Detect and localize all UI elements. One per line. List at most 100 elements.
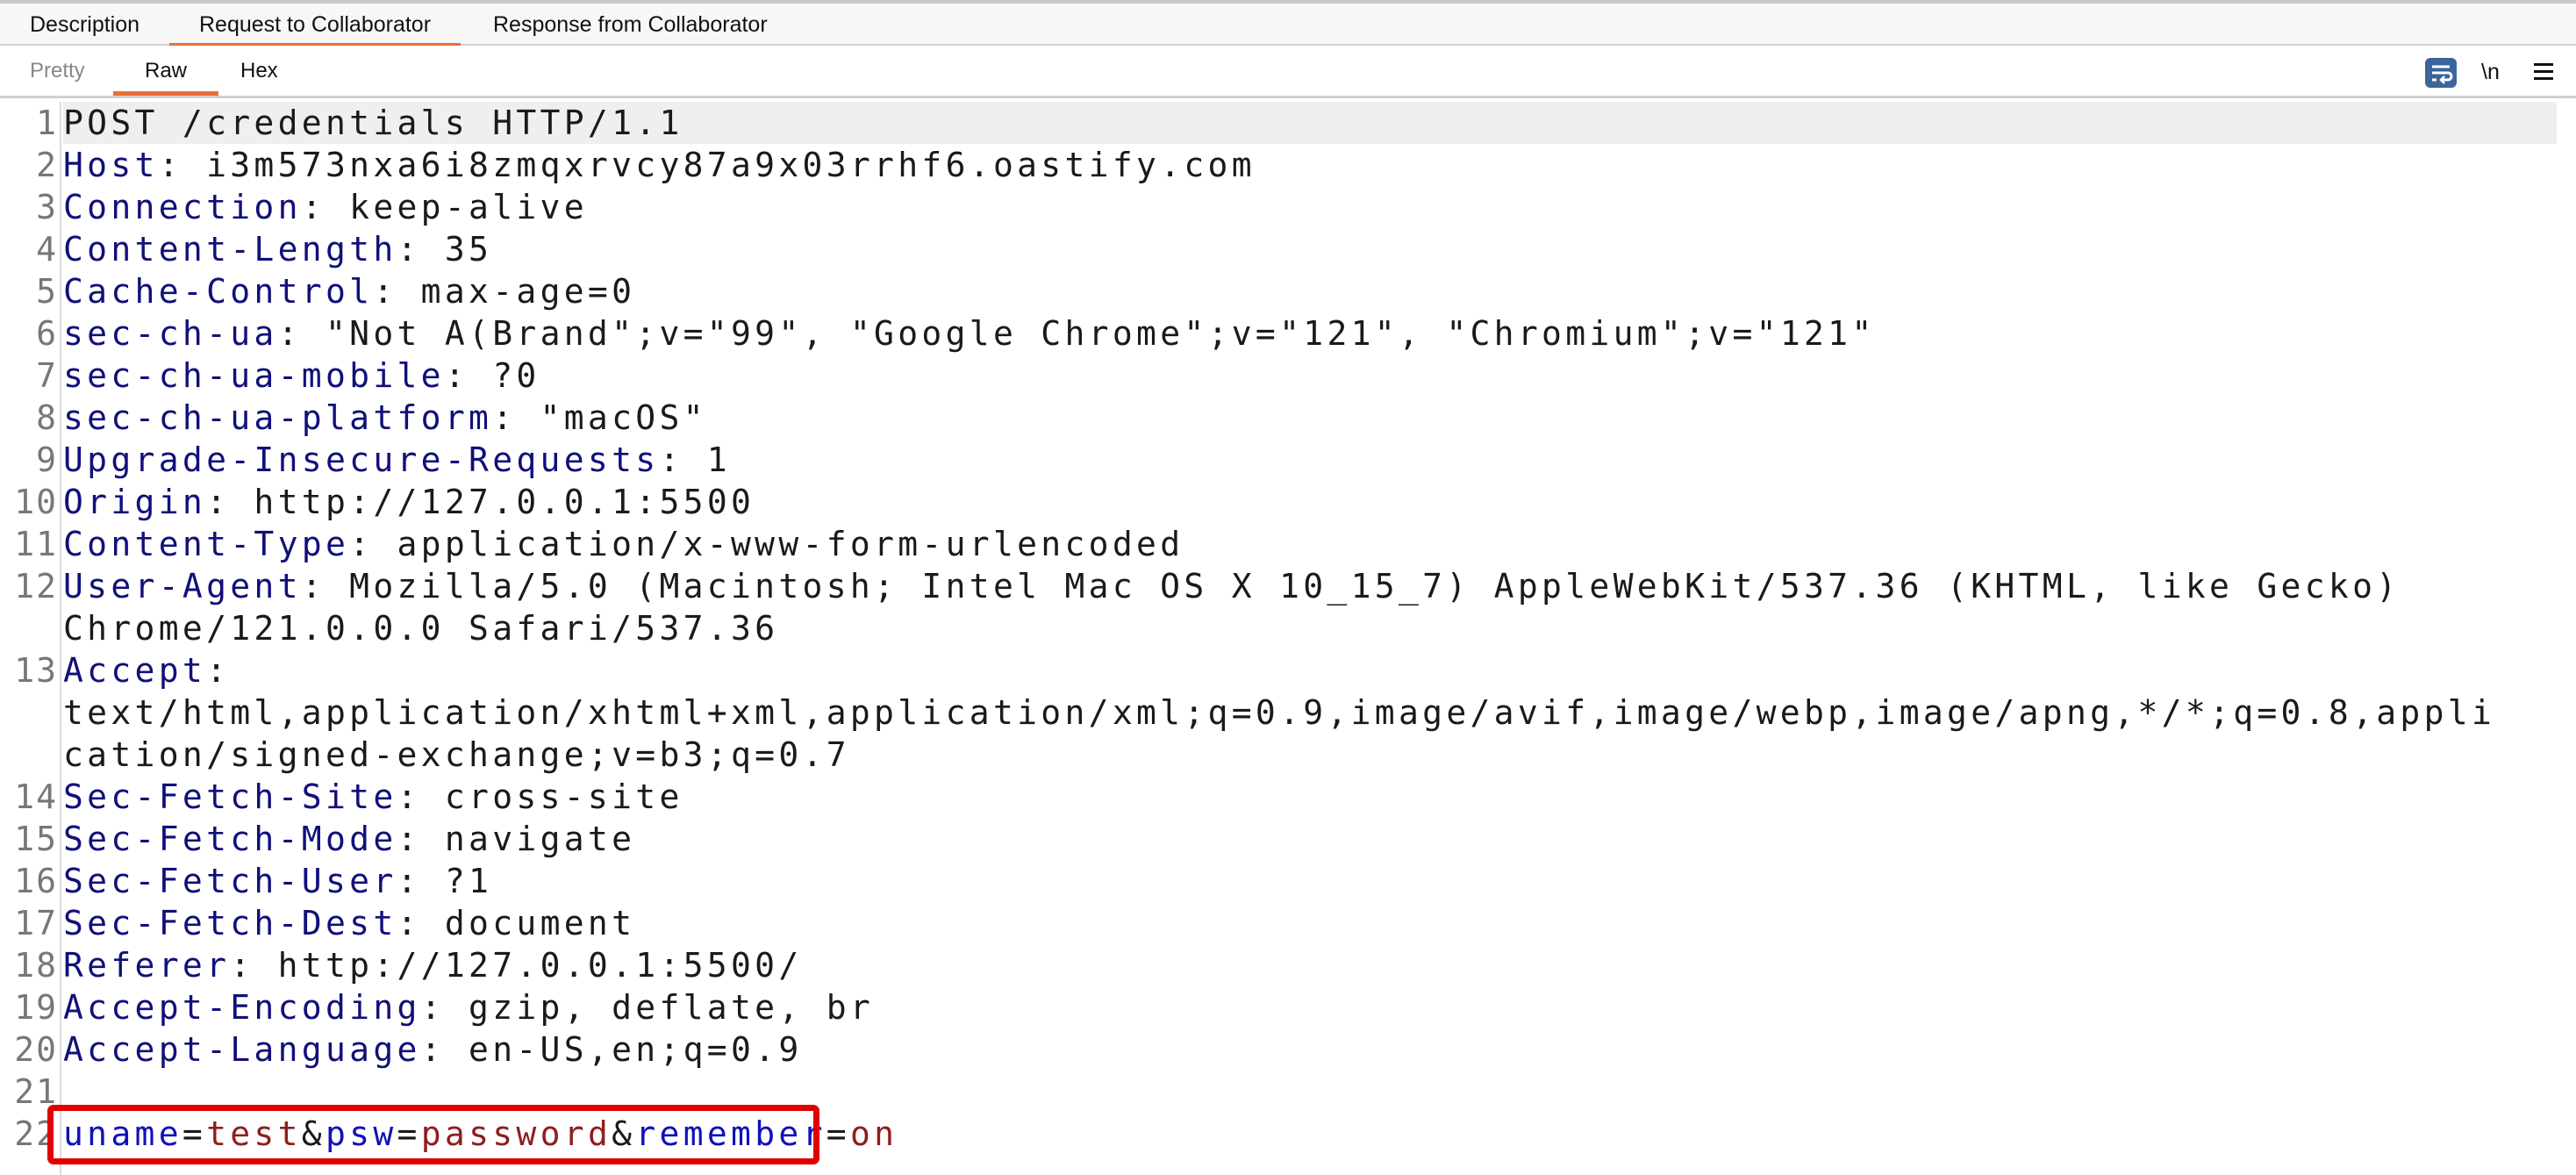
code-line: 3 Connection: keep-alive: [0, 186, 2576, 228]
tab-request-to-collaborator[interactable]: Request to Collaborator: [169, 4, 462, 47]
line-content[interactable]: sec-ch-ua-mobile: ?0: [63, 355, 2557, 397]
line-content[interactable]: Sec-Fetch-Mode: navigate: [63, 818, 2557, 860]
header-name: Sec-Fetch-User: [63, 862, 397, 900]
header-name: Sec-Fetch-Site: [63, 777, 397, 816]
line-content[interactable]: Content-Type: application/x-www-form-url…: [63, 523, 2557, 565]
code-line: 16 Sec-Fetch-User: ?1: [0, 860, 2576, 902]
code-line: 7 sec-ch-ua-mobile: ?0: [0, 355, 2576, 397]
code-line: 13 Accept: text/html,application/xhtml+xm…: [0, 649, 2576, 776]
line-content[interactable]: Sec-Fetch-Dest: document: [63, 902, 2557, 944]
line-number: 6: [36, 314, 58, 353]
header-name: sec-ch-ua-platform: [63, 398, 493, 437]
param-name: uname: [63, 1114, 182, 1153]
header-value: : i3m573nxa6i8zmqxrvcy87a9x03rrhf6.oasti…: [158, 146, 1256, 184]
line-number: 14: [14, 777, 58, 816]
separator: =: [397, 1114, 421, 1153]
line-number: 9: [36, 441, 58, 479]
line-content[interactable]: [63, 1071, 2557, 1113]
header-value: : 1: [659, 441, 731, 479]
code-line: 5 Cache-Control: max-age=0: [0, 270, 2576, 312]
line-content[interactable]: uname=test&psw=password&remember=on: [63, 1113, 2557, 1155]
line-number: 3: [36, 188, 58, 226]
header-value: POST /credentials HTTP/1.1: [63, 104, 683, 142]
param-name: psw: [325, 1114, 397, 1153]
header-name: Upgrade-Insecure-Requests: [63, 441, 660, 479]
code-line: 6 sec-ch-ua: "Not A(Brand";v="99", "Googl…: [0, 312, 2576, 355]
line-number: 20: [14, 1030, 58, 1069]
header-value: : text/html,application/xhtml+xml,applic…: [63, 651, 2496, 774]
header-value: : max-age=0: [373, 272, 636, 311]
line-number: 15: [14, 820, 58, 858]
separator: &: [612, 1114, 636, 1153]
line-number: 8: [36, 398, 58, 437]
header-name: Sec-Fetch-Dest: [63, 904, 397, 942]
header-name: Origin: [63, 483, 207, 521]
line-content[interactable]: Content-Length: 35: [63, 228, 2557, 270]
tab-hex[interactable]: Hex: [211, 46, 308, 96]
line-content[interactable]: Origin: http://127.0.0.1:5500: [63, 481, 2557, 523]
code-line: 10 Origin: http://127.0.0.1:5500: [0, 481, 2576, 523]
header-value: : navigate: [397, 820, 636, 858]
code-line: 17 Sec-Fetch-Dest: document: [0, 902, 2576, 944]
header-value: : application/x-www-form-urlencoded: [349, 525, 1184, 563]
line-number: 22: [14, 1114, 58, 1153]
header-name: Sec-Fetch-Mode: [63, 820, 397, 858]
header-name: Connection: [63, 188, 302, 226]
word-wrap-icon[interactable]: [2425, 58, 2457, 88]
line-content[interactable]: Accept: text/html,application/xhtml+xml,…: [63, 649, 2557, 776]
tab-pretty[interactable]: Pretty: [0, 46, 115, 96]
header-name: Content-Length: [63, 230, 397, 269]
code-line: 1 POST /credentials HTTP/1.1: [0, 102, 2576, 144]
header-name: Accept-Encoding: [63, 988, 421, 1027]
code-line: 14 Sec-Fetch-Site: cross-site: [0, 776, 2576, 818]
header-name: sec-ch-ua-mobile: [63, 356, 445, 395]
line-content[interactable]: User-Agent: Mozilla/5.0 (Macintosh; Inte…: [63, 565, 2557, 649]
line-content[interactable]: Accept-Encoding: gzip, deflate, br: [63, 986, 2557, 1028]
line-number: 13: [14, 651, 58, 690]
header-value: : http://127.0.0.1:5500/: [230, 946, 803, 985]
view-mode-bar: Pretty Raw Hex: [0, 46, 2576, 98]
line-number: 7: [36, 356, 58, 395]
line-content[interactable]: sec-ch-ua: "Not A(Brand";v="99", "Google…: [63, 312, 2557, 355]
code-line: 12 User-Agent: Mozilla/5.0 (Macintosh; In…: [0, 565, 2576, 649]
line-number: 12: [14, 567, 58, 605]
hamburger-menu-icon[interactable]: [2534, 63, 2553, 80]
header-name: Cache-Control: [63, 272, 374, 311]
header-value: : en-US,en;q=0.9: [420, 1030, 803, 1069]
header-value: : cross-site: [397, 777, 683, 816]
param-value: on: [849, 1114, 898, 1153]
tab-raw[interactable]: Raw: [113, 46, 219, 96]
code-line: 15 Sec-Fetch-Mode: navigate: [0, 818, 2576, 860]
line-content[interactable]: Upgrade-Insecure-Requests: 1: [63, 439, 2557, 481]
header-value: : ?1: [397, 862, 493, 900]
line-content[interactable]: Referer: http://127.0.0.1:5500/: [63, 944, 2557, 986]
header-value: : keep-alive: [301, 188, 588, 226]
header-name: User-Agent: [63, 567, 302, 605]
header-value: : "macOS": [492, 398, 707, 437]
tab-description[interactable]: Description: [0, 4, 169, 46]
line-number: 18: [14, 946, 58, 985]
header-value: : ?0: [444, 356, 540, 395]
code-line: 11 Content-Type: application/x-www-form-u…: [0, 523, 2576, 565]
line-content[interactable]: Sec-Fetch-User: ?1: [63, 860, 2557, 902]
line-content[interactable]: Cache-Control: max-age=0: [63, 270, 2557, 312]
line-content[interactable]: POST /credentials HTTP/1.1: [63, 102, 2557, 144]
header-value: : http://127.0.0.1:5500: [206, 483, 755, 521]
line-content[interactable]: Sec-Fetch-Site: cross-site: [63, 776, 2557, 818]
header-name: Content-Type: [63, 525, 350, 563]
line-number: 10: [14, 483, 58, 521]
tab-response-from-collaborator[interactable]: Response from Collaborator: [463, 4, 798, 46]
header-name: Accept: [63, 651, 207, 690]
line-content[interactable]: Host: i3m573nxa6i8zmqxrvcy87a9x03rrhf6.o…: [63, 144, 2557, 186]
code-line: 18 Referer: http://127.0.0.1:5500/: [0, 944, 2576, 986]
line-content[interactable]: Connection: keep-alive: [63, 186, 2557, 228]
line-content[interactable]: Accept-Language: en-US,en;q=0.9: [63, 1028, 2557, 1071]
raw-request-editor[interactable]: 1 POST /credentials HTTP/1.1 2 Host: i3m573…: [0, 102, 2576, 1175]
separator: =: [826, 1114, 850, 1153]
line-content[interactable]: sec-ch-ua-platform: "macOS": [63, 397, 2557, 439]
line-number: 5: [36, 272, 58, 311]
header-value: : Mozilla/5.0 (Macintosh; Intel Mac OS X…: [63, 567, 2424, 648]
separator: &: [301, 1114, 326, 1153]
show-newlines-button[interactable]: \n: [2481, 56, 2500, 88]
line-number: 11: [14, 525, 58, 563]
